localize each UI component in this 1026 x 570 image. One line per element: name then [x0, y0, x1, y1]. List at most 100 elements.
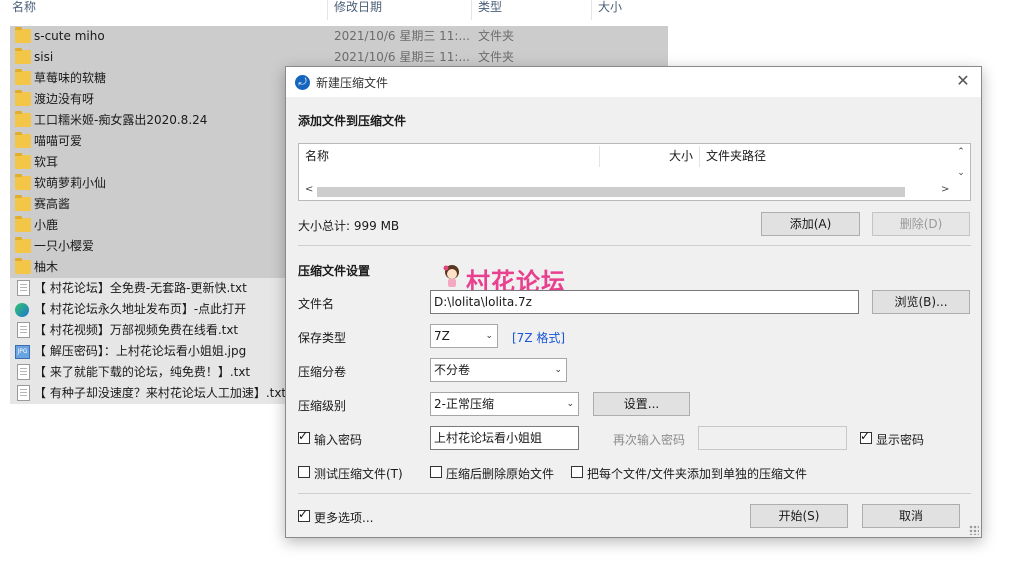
save-type-value: 7Z: [434, 329, 450, 343]
split-volume-label: 压缩分卷: [298, 365, 347, 379]
image-file-icon: JPG: [15, 345, 30, 359]
app-logo-icon: ⤾: [295, 75, 310, 90]
text-file-icon: [17, 364, 30, 380]
delete-button[interactable]: 删除(D): [872, 212, 970, 236]
column-header-type[interactable]: 类型: [474, 0, 592, 20]
scroll-left-icon[interactable]: <: [305, 184, 313, 195]
archive-file-list[interactable]: 名称 大小 文件夹路径 ⌃ ⌄ < >: [298, 143, 971, 201]
folder-icon: [15, 195, 31, 211]
column-header-date[interactable]: 修改日期: [330, 0, 472, 20]
scrollbar-thumb[interactable]: [317, 187, 905, 197]
row-name: 【 村花论坛永久地址发布页】-点此打开: [34, 302, 247, 316]
folder-icon: [15, 132, 31, 148]
list-header-size[interactable]: 大小: [669, 147, 693, 165]
folder-icon: [15, 216, 31, 232]
scroll-right-icon[interactable]: >: [941, 184, 949, 195]
browse-button[interactable]: 浏览(B)...: [872, 290, 970, 314]
compression-level-value: 2-正常压缩: [434, 397, 494, 411]
row-type: 文件夹: [478, 29, 515, 43]
row-name: 工口糯米姬-痴女露出2020.8.24: [34, 113, 208, 127]
row-name: s-cute miho: [34, 29, 105, 43]
dialog-titlebar[interactable]: ⤾ 新建压缩文件 ✕: [286, 67, 981, 97]
archive-settings-title: 压缩文件设置: [298, 264, 371, 278]
compression-level-select[interactable]: 2-正常压缩 ⌄: [430, 392, 579, 416]
row-name: 柚木: [34, 260, 59, 274]
row-name: 【 村花视频】万部视频免费在线看.txt: [34, 323, 239, 337]
row-modified-date: 2021/10/6 星期三 11:...: [334, 50, 470, 64]
folder-icon: [15, 69, 31, 85]
more-options-label[interactable]: 更多选项...: [314, 509, 373, 526]
row-name: 软耳: [34, 155, 59, 169]
horizontal-scrollbar[interactable]: < >: [301, 184, 951, 198]
save-type-select[interactable]: 7Z ⌄: [430, 324, 498, 348]
row-type: 文件夹: [478, 50, 515, 64]
delete-after-label[interactable]: 压缩后删除原始文件: [446, 465, 554, 482]
show-password-label[interactable]: 显示密码: [876, 431, 924, 448]
save-type-label: 保存类型: [298, 331, 347, 345]
list-header-divider: [699, 146, 700, 167]
column-header-size[interactable]: 大小: [594, 0, 670, 20]
split-volume-select[interactable]: 不分卷 ⌄: [430, 358, 567, 382]
reenter-password-input[interactable]: [698, 426, 847, 450]
resize-grip-icon[interactable]: [969, 525, 979, 535]
show-password-checkbox[interactable]: ✓: [860, 429, 872, 444]
folder-icon: [15, 48, 31, 64]
compression-level-label: 压缩级别: [298, 399, 347, 413]
total-size-label: 大小总计: 999 MB: [298, 219, 400, 233]
password-checkbox[interactable]: ✓: [298, 429, 310, 444]
add-button[interactable]: 添加(A): [761, 212, 860, 236]
settings-button[interactable]: 设置...: [593, 392, 690, 416]
girl-avatar-icon: [443, 265, 459, 287]
list-header-path[interactable]: 文件夹路径: [706, 147, 766, 165]
dialog-title: 新建压缩文件: [316, 76, 389, 90]
filename-label: 文件名: [298, 297, 335, 311]
filename-input[interactable]: D:\lolita\lolita.7z: [430, 290, 859, 314]
split-volume-value: 不分卷: [434, 363, 471, 377]
scroll-up-icon[interactable]: ⌃: [956, 147, 966, 157]
test-archive-label[interactable]: 测试压缩文件(T): [314, 465, 403, 482]
more-options-checkbox[interactable]: ✓: [298, 507, 310, 522]
check-icon: ✓: [298, 429, 309, 443]
folder-icon: [15, 174, 31, 190]
folder-icon: [15, 111, 31, 127]
row-name: 【 解压密码】：上村花论坛看小姐姐.jpg: [34, 344, 247, 358]
reenter-password-label: 再次输入密码: [613, 433, 686, 447]
section-divider: [298, 493, 971, 494]
close-icon[interactable]: ✕: [953, 71, 973, 91]
text-file-icon: [17, 322, 30, 338]
row-name: 【 来了就能下载的论坛，纯免费！】.txt: [34, 365, 251, 379]
row-name: 渡边没有呀: [34, 92, 95, 106]
check-icon: ✓: [860, 429, 871, 443]
test-archive-checkbox[interactable]: [298, 466, 310, 478]
row-name: 喵喵可爱: [34, 134, 83, 148]
list-header-divider: [599, 146, 600, 167]
row-name: 【 有种子却没速度？来村花论坛人工加速】.txt: [34, 386, 287, 400]
folder-icon: [15, 90, 31, 106]
section-divider: [298, 245, 971, 246]
folder-icon: [15, 153, 31, 169]
chevron-down-icon: ⌄: [554, 365, 562, 375]
edge-browser-icon: [15, 303, 29, 317]
format-link[interactable]: [7Z 格式]: [512, 329, 565, 346]
row-modified-date: 2021/10/6 星期三 11:...: [334, 29, 470, 43]
folder-row[interactable]: sisi 2021/10/6 星期三 11:... 文件夹: [10, 47, 668, 68]
cancel-button[interactable]: 取消: [862, 504, 960, 528]
start-button[interactable]: 开始(S): [750, 504, 848, 528]
folder-icon: [15, 258, 31, 274]
separate-archives-label[interactable]: 把每个文件/文件夹添加到单独的压缩文件: [587, 465, 807, 482]
list-header-name[interactable]: 名称: [305, 147, 329, 165]
column-header-name[interactable]: 名称: [8, 0, 328, 20]
chevron-down-icon: ⌄: [566, 399, 574, 409]
row-name: 草莓味的软糖: [34, 71, 107, 85]
delete-after-checkbox[interactable]: [430, 466, 442, 478]
separate-archives-checkbox[interactable]: [571, 466, 583, 478]
row-name: 小鹿: [34, 218, 59, 232]
add-files-section-title: 添加文件到压缩文件: [298, 114, 407, 128]
password-checkbox-label[interactable]: 输入密码: [314, 431, 362, 448]
row-name: 一只小樱爱: [34, 239, 95, 253]
scroll-down-icon[interactable]: ⌄: [956, 168, 966, 178]
row-name: 软萌萝莉小仙: [34, 176, 107, 190]
password-input[interactable]: 上村花论坛看小姐姐: [430, 426, 579, 450]
folder-icon: [15, 27, 31, 43]
folder-row[interactable]: s-cute miho 2021/10/6 星期三 11:... 文件夹: [10, 26, 668, 47]
